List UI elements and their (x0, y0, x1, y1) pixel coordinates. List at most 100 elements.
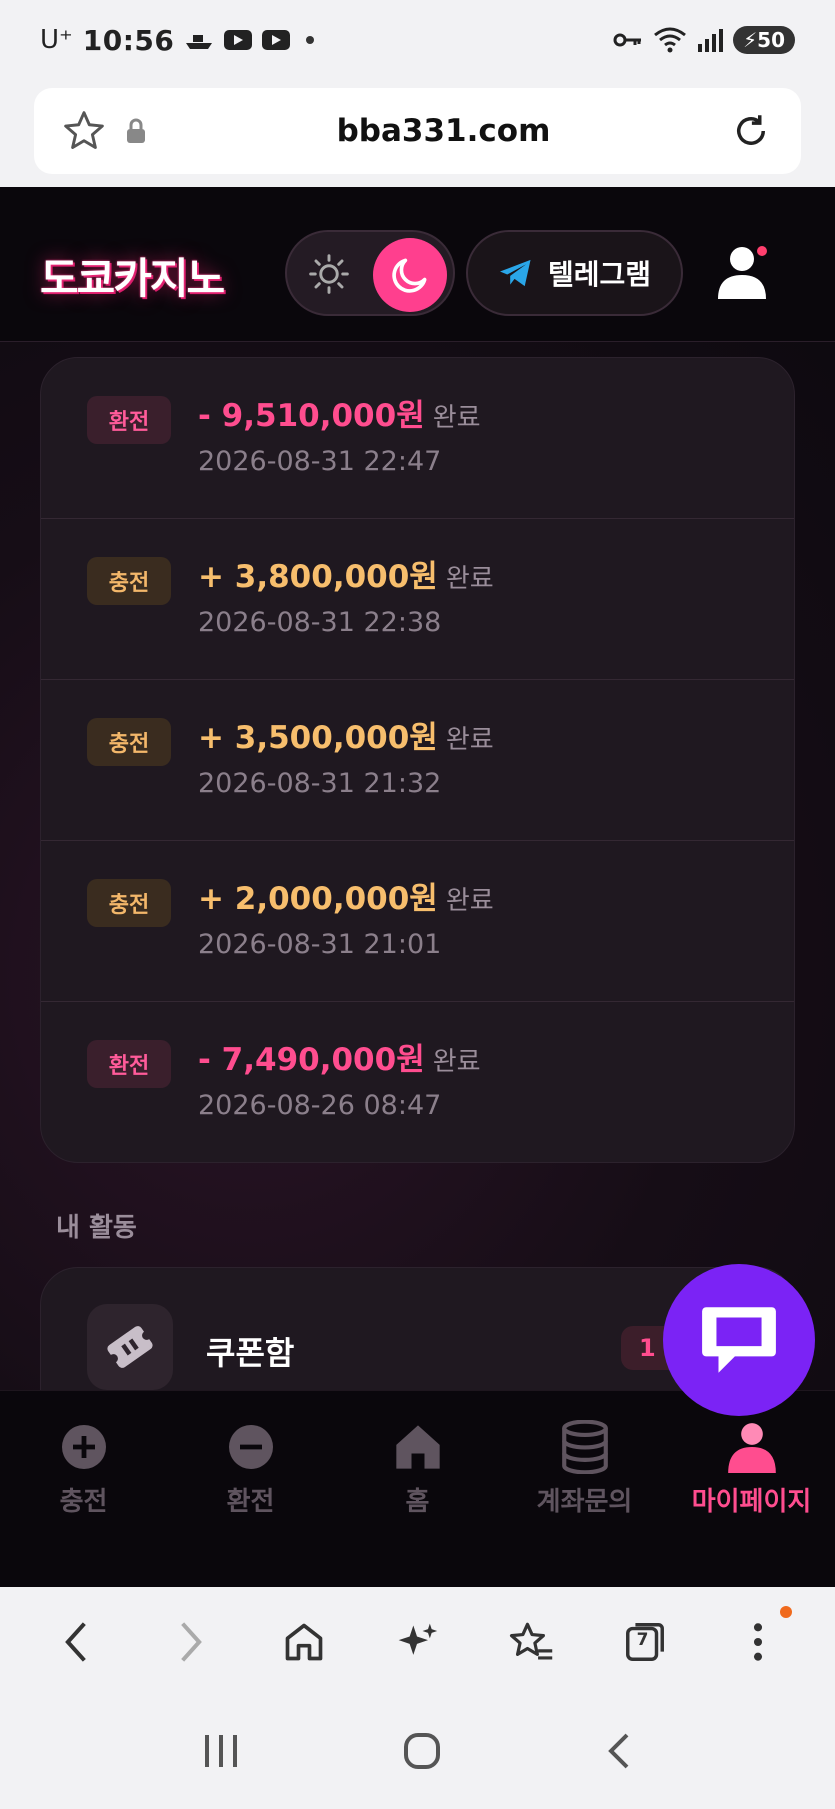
transaction-amount-line: + 3,800,000원 완료 (198, 551, 494, 596)
tab-home[interactable]: 홈 (334, 1391, 501, 1587)
tabs-button[interactable]: 7 (615, 1612, 675, 1672)
transaction-type-badge: 충전 (87, 879, 171, 927)
wifi-icon (654, 27, 687, 53)
transaction-amount: - 7,490,000원 (198, 1042, 425, 1078)
carrier-label: U⁺ (40, 25, 73, 55)
transaction-status: 완료 (445, 886, 494, 916)
home-outline-icon (285, 1623, 323, 1661)
user-icon (726, 1421, 778, 1473)
bottom-tab-bar: 충전 환전 홈 계좌문의 마이페이지 (0, 1390, 835, 1587)
tab-count: 7 (636, 1630, 649, 1650)
tab-charge[interactable]: 충전 (0, 1391, 167, 1587)
youtube-icon (224, 30, 253, 50)
home-icon (392, 1421, 444, 1473)
tab-label: 계좌문의 (536, 1487, 633, 1517)
star-list-icon (509, 1622, 553, 1660)
sparkle-icon (399, 1623, 438, 1655)
plus-circle-icon (58, 1421, 110, 1473)
transaction-amount: - 9,510,000원 (198, 398, 425, 434)
transaction-type-badge: 충전 (87, 718, 171, 766)
section-label: 내 활동 (56, 1213, 137, 1243)
star-icon[interactable] (62, 109, 106, 153)
status-bar: U⁺ 10:56 ⚡50 (0, 0, 835, 80)
tab-label: 마이페이지 (691, 1487, 812, 1517)
lock-icon (114, 109, 158, 153)
theme-toggle[interactable] (285, 230, 455, 316)
browser-toolbar: 7 (0, 1587, 835, 1697)
transaction-status: 완료 (445, 564, 494, 594)
database-icon (559, 1420, 611, 1474)
transaction-amount: + 3,500,000원 (198, 720, 438, 756)
transaction-amount-line: - 7,490,000원 완료 (198, 1034, 481, 1079)
transaction-amount-line: + 3,500,000원 완료 (198, 712, 494, 757)
address-bar[interactable]: bba331.com (34, 88, 801, 174)
transaction-type-badge: 충전 (87, 557, 171, 605)
chevron-right-icon (181, 1622, 203, 1662)
reload-icon[interactable] (729, 109, 773, 153)
content-area: 환전 - 9,510,000원 완료 2026-08-31 22:47 충전 + 3,80… (0, 342, 835, 1467)
telegram-label: 텔레그램 (547, 258, 652, 291)
transaction-amount: + 2,000,000원 (198, 881, 438, 917)
back-button[interactable] (47, 1612, 107, 1672)
transaction-row[interactable]: 환전 - 9,510,000원 완료 2026-08-31 22:47 (41, 358, 794, 519)
transaction-status: 완료 (432, 1047, 481, 1077)
tab-label: 홈 (405, 1487, 430, 1517)
system-back-button[interactable] (604, 1731, 634, 1775)
chevron-left-icon (64, 1622, 86, 1662)
recents-icon (204, 1735, 237, 1767)
user-profile-icon[interactable] (714, 239, 774, 303)
more-vertical-icon (754, 1623, 763, 1661)
minus-circle-icon (225, 1421, 277, 1473)
telegram-button[interactable]: 텔레그램 (466, 230, 683, 316)
tab-account-inquiry[interactable]: 계좌문의 (501, 1391, 668, 1587)
forward-button[interactable] (160, 1612, 220, 1672)
transaction-type-badge: 환전 (87, 396, 171, 444)
transaction-row[interactable]: 환전 - 7,490,000원 완료 2026-08-26 08:47 (41, 1002, 794, 1162)
transaction-status: 완료 (445, 725, 494, 755)
coupon-box-label: 쿠폰함 (206, 1334, 295, 1372)
boat-icon (186, 35, 213, 49)
signal-icon (698, 29, 724, 52)
circle-home-icon (404, 1733, 441, 1769)
tab-withdraw[interactable]: 환전 (167, 1391, 334, 1587)
site-header: 도쿄카지노 텔레그램 (0, 187, 835, 342)
sun-icon[interactable] (307, 252, 351, 296)
update-dot-icon (780, 1606, 793, 1618)
transaction-row[interactable]: 충전 + 2,000,000원 완료 2026-08-31 21:01 (41, 841, 794, 1002)
web-app: 도쿄카지노 텔레그램 환전 - 9,510,000원 완료 2026-08-31 22… (0, 187, 835, 1587)
chat-bubble-icon (702, 1307, 776, 1373)
home-button[interactable] (274, 1612, 334, 1672)
transaction-status: 완료 (432, 403, 481, 433)
transaction-amount: + 3,800,000원 (198, 559, 438, 595)
transaction-datetime: 2026-08-31 22:47 (198, 446, 442, 477)
ticket-icon (87, 1304, 173, 1390)
live-chat-button[interactable] (663, 1264, 815, 1416)
telegram-icon (499, 259, 531, 287)
key-icon (613, 33, 642, 47)
tab-mypage[interactable]: 마이페이지 (668, 1391, 835, 1587)
transaction-amount-line: - 9,510,000원 완료 (198, 390, 481, 435)
moon-icon (392, 258, 427, 293)
transaction-row[interactable]: 충전 + 3,500,000원 완료 2026-08-31 21:32 (41, 680, 794, 841)
youtube-icon (262, 30, 291, 50)
transaction-datetime: 2026-08-31 21:01 (198, 929, 442, 960)
system-nav-bar (0, 1697, 835, 1809)
transaction-row[interactable]: 충전 + 3,800,000원 완료 2026-08-31 22:38 (41, 519, 794, 680)
url-text[interactable]: bba331.com (158, 113, 729, 149)
clock: 10:56 (82, 23, 175, 57)
recent-apps-button[interactable] (201, 1733, 241, 1773)
transaction-type-badge: 환전 (87, 1040, 171, 1088)
tab-label: 충전 (59, 1487, 108, 1517)
dark-mode-button[interactable] (373, 238, 447, 312)
site-logo[interactable]: 도쿄카지노 (40, 245, 225, 306)
transaction-datetime: 2026-08-31 22:38 (198, 607, 442, 638)
battery-indicator: ⚡50 (733, 26, 795, 54)
transaction-amount-line: + 2,000,000원 완료 (198, 873, 494, 918)
ai-assist-button[interactable] (387, 1612, 447, 1672)
tab-label: 환전 (226, 1487, 275, 1517)
bookmarks-button[interactable] (501, 1612, 561, 1672)
transaction-datetime: 2026-08-26 08:47 (198, 1090, 442, 1121)
system-home-button[interactable] (402, 1731, 442, 1775)
back-arrow-icon (608, 1733, 629, 1769)
menu-button[interactable] (728, 1606, 793, 1672)
